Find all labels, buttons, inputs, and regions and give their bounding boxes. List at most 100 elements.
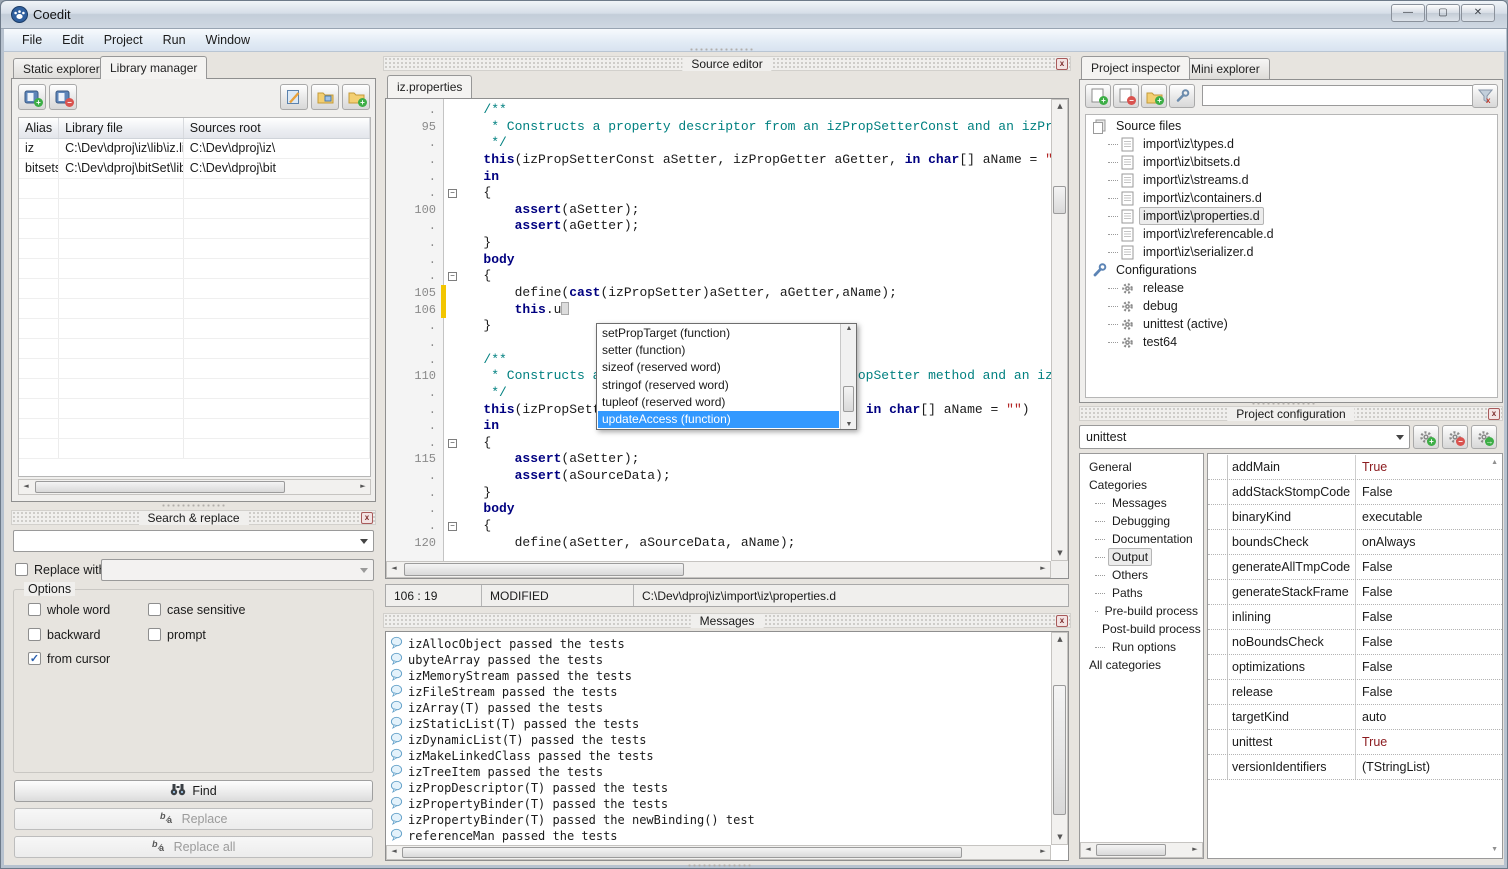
- column-header[interactable]: Sources root: [184, 118, 370, 138]
- code-text[interactable]: this.u: [460, 302, 1051, 319]
- property-row[interactable]: unittestTrue: [1208, 730, 1502, 755]
- configuration-combo[interactable]: unittest: [1079, 425, 1410, 449]
- code-line[interactable]: . in: [386, 169, 1051, 186]
- sync-config-button[interactable]: →: [1471, 425, 1497, 449]
- category-categories[interactable]: Categories: [1083, 476, 1202, 494]
- inspector-filter-input[interactable]: [1202, 85, 1487, 106]
- table-row[interactable]: [19, 299, 370, 319]
- code-line[interactable]: .− {: [386, 518, 1051, 535]
- property-row[interactable]: versionIdentifiers(TStringList): [1208, 755, 1502, 780]
- message-item[interactable]: izFileStream passed the tests: [386, 684, 1051, 700]
- property-row[interactable]: boundsCheckonAlways: [1208, 530, 1502, 555]
- add-config-button[interactable]: +: [1413, 425, 1439, 449]
- message-item[interactable]: izAllocObject passed the tests: [386, 636, 1051, 652]
- option-checkbox-whole-word[interactable]: [28, 603, 41, 616]
- code-line[interactable]: 100 assert(aSetter);: [386, 202, 1051, 219]
- replace-input-combo[interactable]: [101, 559, 374, 581]
- scroll-left-icon[interactable]: ◄: [387, 562, 401, 575]
- fold-collapse-icon[interactable]: −: [448, 189, 457, 198]
- tab-iz-properties[interactable]: iz.properties: [387, 75, 472, 98]
- code-line[interactable]: . }: [386, 485, 1051, 502]
- library-from-project-button[interactable]: [311, 84, 339, 110]
- category-general[interactable]: General: [1083, 458, 1202, 476]
- add-source-button[interactable]: +: [1085, 84, 1111, 108]
- completion-item[interactable]: stringof (reserved word): [598, 377, 839, 394]
- remove-config-button[interactable]: −: [1442, 425, 1468, 449]
- clear-filter-button[interactable]: x: [1472, 84, 1498, 108]
- code-text[interactable]: in: [460, 169, 1051, 186]
- category-paths[interactable]: Paths: [1083, 584, 1202, 602]
- tree-item-release[interactable]: release: [1090, 279, 1497, 297]
- category-output[interactable]: Output: [1083, 548, 1202, 566]
- menu-window[interactable]: Window: [196, 30, 260, 50]
- code-line[interactable]: . this(izPropSetterConst aSetter, izProp…: [386, 152, 1051, 169]
- property-value[interactable]: False: [1356, 655, 1502, 679]
- property-value[interactable]: False: [1356, 605, 1502, 629]
- find-button[interactable]: Find: [14, 780, 373, 802]
- scroll-up-icon[interactable]: ▲: [1053, 633, 1067, 646]
- message-item[interactable]: izStaticList(T) passed the tests: [386, 716, 1051, 732]
- scroll-right-icon[interactable]: ►: [356, 480, 370, 493]
- message-item[interactable]: izArray(T) passed the tests: [386, 700, 1051, 716]
- code-text[interactable]: {: [460, 268, 1051, 285]
- tab-library-manager[interactable]: Library manager: [100, 56, 207, 79]
- replace-all-button[interactable]: baReplace all: [14, 836, 373, 858]
- table-row[interactable]: [19, 319, 370, 339]
- property-value[interactable]: False: [1356, 680, 1502, 704]
- code-text[interactable]: {: [460, 435, 1051, 452]
- tree-item-import-iz-referencable-d[interactable]: import\iz\referencable.d: [1090, 225, 1497, 243]
- tree-item-import-iz-bitsets-d[interactable]: import\iz\bitsets.d: [1090, 153, 1497, 171]
- splitter-library-search[interactable]: [161, 503, 225, 508]
- completion-item[interactable]: tupleof (reserved word): [598, 394, 839, 411]
- code-line[interactable]: . body: [386, 252, 1051, 269]
- scroll-left-icon[interactable]: ◄: [1081, 843, 1095, 855]
- message-item[interactable]: izPropDescriptor(T) passed the tests: [386, 780, 1051, 796]
- property-value[interactable]: True: [1356, 455, 1502, 479]
- completion-scrollbar[interactable]: ▲ ▼: [840, 324, 856, 429]
- add-library-folder-button[interactable]: +: [342, 84, 370, 110]
- property-row[interactable]: releaseFalse: [1208, 680, 1502, 705]
- property-value[interactable]: auto: [1356, 705, 1502, 729]
- table-row[interactable]: [19, 279, 370, 299]
- category-run-options[interactable]: Run options: [1083, 638, 1202, 656]
- scroll-right-icon[interactable]: ►: [1036, 562, 1050, 575]
- tree-item-import-iz-types-d[interactable]: import\iz\types.d: [1090, 135, 1497, 153]
- completion-item[interactable]: setPropTarget (function): [598, 325, 839, 342]
- table-row[interactable]: [19, 199, 370, 219]
- tree-item-import-iz-streams-d[interactable]: import\iz\streams.d: [1090, 171, 1497, 189]
- tab-static-explorer[interactable]: Static explorer: [13, 58, 110, 79]
- menu-run[interactable]: Run: [153, 30, 196, 50]
- editor-vscrollbar[interactable]: ▲ ▼: [1051, 99, 1068, 561]
- code-text[interactable]: assert(aGetter);: [460, 218, 1051, 235]
- code-line[interactable]: .− {: [386, 435, 1051, 452]
- table-row[interactable]: [19, 379, 370, 399]
- scroll-down-icon[interactable]: ▼: [1053, 547, 1067, 560]
- option-checkbox-prompt[interactable]: [148, 628, 161, 641]
- scroll-up-icon[interactable]: ▲: [842, 325, 856, 332]
- table-row[interactable]: [19, 359, 370, 379]
- scroll-up-icon[interactable]: ▲: [1491, 459, 1498, 466]
- table-row[interactable]: [19, 339, 370, 359]
- scroll-up-icon[interactable]: ▲: [1053, 100, 1067, 113]
- table-row[interactable]: izC:\Dev\dproj\iz\lib\iz.libC:\Dev\dproj…: [19, 139, 370, 159]
- code-line[interactable]: . assert(aSourceData);: [386, 468, 1051, 485]
- menu-project[interactable]: Project: [94, 30, 153, 50]
- property-row[interactable]: generateAllTmpCodeFalse: [1208, 555, 1502, 580]
- replace-button[interactable]: baReplace: [14, 808, 373, 830]
- category-post-build-process[interactable]: Post-build process: [1083, 620, 1202, 638]
- splitter-top-center[interactable]: [689, 47, 753, 52]
- tree-item-import-iz-serializer-d[interactable]: import\iz\serializer.d: [1090, 243, 1497, 261]
- add-library-button[interactable]: +: [18, 84, 46, 110]
- code-text[interactable]: this(izPropSetterConst aSetter, izPropGe…: [460, 152, 1051, 169]
- messages-close-icon[interactable]: x: [1056, 615, 1068, 627]
- message-item[interactable]: referenceMan passed the tests: [386, 828, 1051, 844]
- completion-item[interactable]: updateAccess (function): [598, 411, 839, 428]
- tree-item-configurations[interactable]: Configurations: [1090, 261, 1497, 279]
- category-others[interactable]: Others: [1083, 566, 1202, 584]
- messages-vscrollbar[interactable]: ▲ ▼: [1051, 632, 1068, 845]
- completion-item[interactable]: setter (function): [598, 342, 839, 359]
- categories-hscrollbar[interactable]: ◄ ►: [1080, 842, 1203, 858]
- completion-item[interactable]: sizeof (reserved word): [598, 359, 839, 376]
- property-row[interactable]: inliningFalse: [1208, 605, 1502, 630]
- property-value[interactable]: onAlways: [1356, 530, 1502, 554]
